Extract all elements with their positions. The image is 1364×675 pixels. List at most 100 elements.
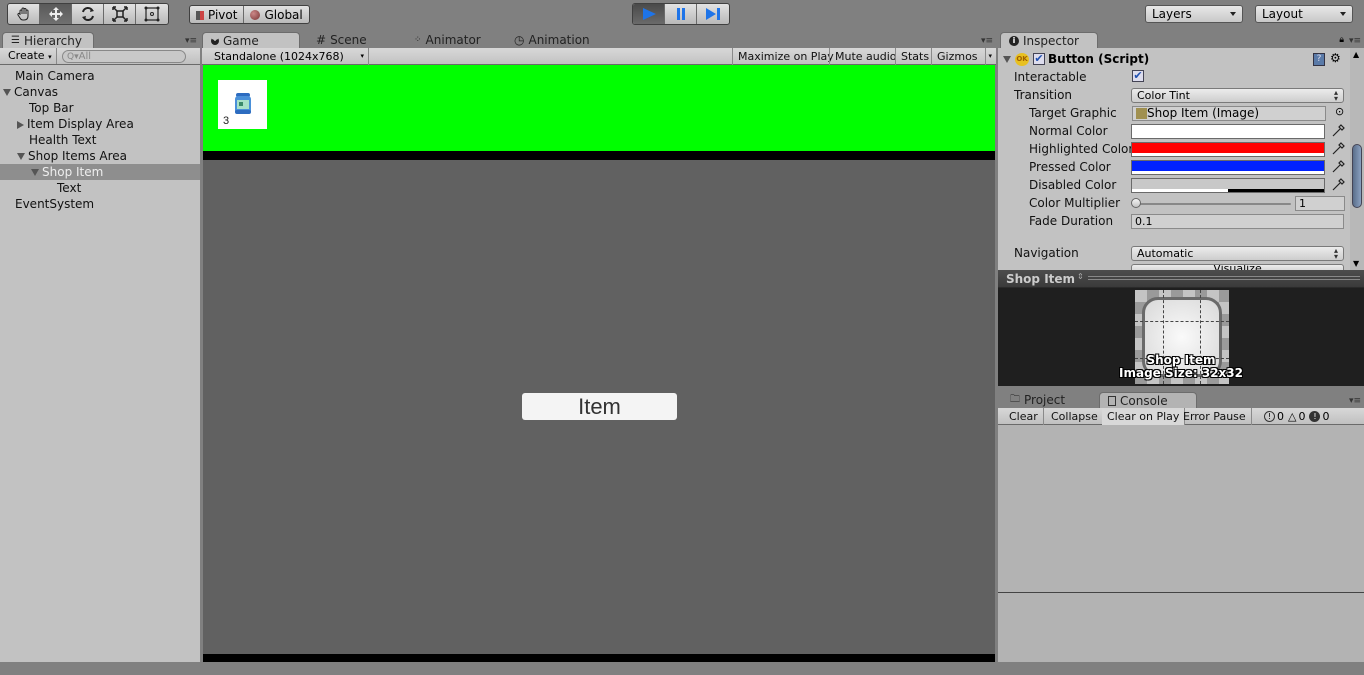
component-enabled-checkbox[interactable]: ✔ [1033, 53, 1045, 65]
error-pause-toggle[interactable]: Error Pause [1178, 408, 1252, 425]
help-book-icon[interactable]: ? [1313, 53, 1325, 66]
navigation-dropdown[interactable]: Automatic ▴ ▾ [1131, 246, 1344, 261]
alpha-bar [1132, 153, 1324, 156]
center-tabbar: Game # Scene ⁘ Animator ◷ Animation ▾≡ [202, 30, 996, 48]
lock-icon[interactable]: 🔒︎ [1339, 35, 1344, 45]
layers-dropdown[interactable]: Layers [1145, 5, 1243, 23]
scale-tool-button[interactable] [104, 4, 136, 24]
eyedropper-icon[interactable] [1331, 124, 1345, 138]
chevron-down-icon [1230, 12, 1236, 16]
navigation-label: Navigation [1014, 246, 1079, 260]
move-tool-button[interactable] [40, 4, 72, 24]
transition-label: Transition [1014, 88, 1073, 102]
gizmos-dropdown[interactable]: Gizmos ▾ [931, 48, 995, 65]
top-bar: 3 [203, 65, 995, 151]
hierarchy-item[interactable]: Health Text [0, 132, 200, 148]
hierarchy-item[interactable]: Main Camera [0, 68, 200, 84]
pause-button[interactable] [665, 4, 697, 24]
eyedropper-icon[interactable] [1331, 142, 1345, 156]
panel-menu-icon[interactable]: ▾≡ [1349, 396, 1361, 406]
gear-icon[interactable]: ⚙ [1330, 51, 1341, 65]
list-icon: ☰ [11, 35, 20, 46]
rotate-tool-button[interactable] [72, 4, 104, 24]
shop-item-button[interactable]: Item [522, 393, 677, 420]
panel-menu-icon[interactable]: ▾≡ [981, 36, 993, 46]
tab-inspector[interactable]: i Inspector [1000, 32, 1098, 48]
tab-scene[interactable]: # Scene [308, 32, 375, 48]
stats-toggle[interactable]: Stats [895, 48, 934, 65]
step-button[interactable] [697, 4, 729, 24]
maximize-on-play-toggle[interactable]: Maximize on Play [732, 48, 839, 65]
error-icon: ! [1309, 411, 1321, 422]
drag-handle-line[interactable] [1088, 279, 1360, 280]
hand-tool-button[interactable] [8, 4, 40, 24]
pressed-color-label: Pressed Color [1029, 160, 1111, 174]
foldout-arrow-icon[interactable] [1003, 56, 1011, 63]
info-toggle[interactable]: ! 0 [1264, 409, 1284, 424]
mute-audio-toggle[interactable]: Mute audio [829, 48, 902, 65]
preview-header[interactable]: Shop Item ⇕ [998, 270, 1364, 288]
eyedropper-icon[interactable] [1331, 178, 1345, 192]
warning-toggle[interactable]: △ 0 [1288, 409, 1305, 424]
color-multiplier-slider-track[interactable] [1136, 203, 1291, 205]
eyedropper-icon[interactable] [1331, 160, 1345, 174]
hierarchy-search-input[interactable]: Q▾All [62, 50, 186, 63]
console-log-list[interactable] [998, 426, 1364, 592]
inspector-scrollbar[interactable]: ▲ ▼ [1350, 48, 1364, 270]
highlighted-color-swatch[interactable] [1131, 142, 1325, 157]
foldout-open-icon[interactable] [17, 153, 25, 160]
disabled-color-swatch[interactable] [1131, 178, 1325, 193]
scrollbar-thumb[interactable] [1352, 144, 1362, 208]
interactable-label: Interactable [1014, 70, 1087, 84]
color-multiplier-slider-thumb[interactable] [1131, 198, 1141, 208]
foldout-open-icon[interactable] [31, 169, 39, 176]
global-toggle[interactable]: Global [244, 6, 308, 23]
play-button[interactable] [633, 4, 665, 24]
tab-game[interactable]: Game [202, 32, 300, 48]
scroll-up-icon[interactable]: ▲ [1353, 50, 1359, 59]
tab-hierarchy[interactable]: ☰ Hierarchy [2, 32, 94, 48]
hierarchy-item[interactable]: Item Display Area [0, 116, 200, 132]
clear-on-play-toggle[interactable]: Clear on Play [1102, 408, 1186, 425]
pressed-color-swatch[interactable] [1131, 160, 1325, 175]
item-slot[interactable]: 3 [218, 80, 267, 129]
hierarchy-item[interactable]: Canvas [0, 84, 200, 100]
disabled-color-label: Disabled Color [1029, 178, 1117, 192]
component-header[interactable]: OK ✔ Button (Script) ? ⚙ [998, 51, 1350, 68]
interactable-checkbox[interactable]: ✔ [1132, 70, 1144, 82]
rect-tool-button[interactable] [136, 4, 168, 24]
transition-dropdown[interactable]: Color Tint ▴ ▾ [1131, 88, 1344, 103]
create-dropdown[interactable]: Create ▾ [4, 48, 57, 64]
tab-animation[interactable]: ◷ Animation [506, 32, 598, 48]
game-panel: Game # Scene ⁘ Animator ◷ Animation ▾≡ S… [202, 30, 996, 662]
object-picker-icon[interactable]: ⊙ [1335, 105, 1344, 118]
game-viewport[interactable]: 3 Item [203, 65, 995, 662]
hierarchy-item[interactable]: Top Bar [0, 100, 200, 116]
scroll-down-icon[interactable]: ▼ [1353, 259, 1359, 268]
fade-duration-label: Fade Duration [1029, 214, 1114, 228]
drag-handle-line[interactable] [1088, 276, 1360, 277]
fade-duration-input[interactable]: 0.1 [1131, 214, 1344, 229]
tab-console[interactable]: Console [1099, 392, 1197, 408]
tab-project[interactable]: 🗀︎ Project [1002, 392, 1073, 408]
alpha-bar [1132, 171, 1324, 174]
tab-animator[interactable]: ⁘ Animator [406, 32, 489, 48]
error-toggle[interactable]: ! 0 [1309, 409, 1329, 424]
color-multiplier-input[interactable]: 1 [1295, 196, 1345, 211]
hierarchy-item[interactable]: Shop Items Area [0, 148, 200, 164]
hierarchy-item[interactable]: Text [0, 180, 200, 196]
target-graphic-field[interactable]: Shop Item (Image) [1132, 106, 1326, 121]
panel-menu-icon[interactable]: ▾≡ [185, 36, 197, 46]
collapse-toggle[interactable]: Collapse [1046, 408, 1104, 425]
target-graphic-label: Target Graphic [1029, 106, 1117, 120]
resolution-dropdown[interactable]: Standalone (1024x768) ▾ [202, 48, 369, 65]
clear-button[interactable]: Clear [1004, 408, 1044, 425]
foldout-open-icon[interactable] [3, 89, 11, 96]
normal-color-swatch[interactable] [1131, 124, 1325, 139]
foldout-closed-icon[interactable] [17, 120, 24, 129]
panel-menu-icon[interactable]: ▾≡ [1349, 36, 1361, 46]
layout-dropdown[interactable]: Layout [1255, 5, 1353, 23]
pivot-toggle[interactable]: Pivot [190, 6, 245, 23]
hierarchy-item[interactable]: EventSystem [0, 196, 200, 212]
hierarchy-item[interactable]: Shop Item [0, 164, 200, 180]
